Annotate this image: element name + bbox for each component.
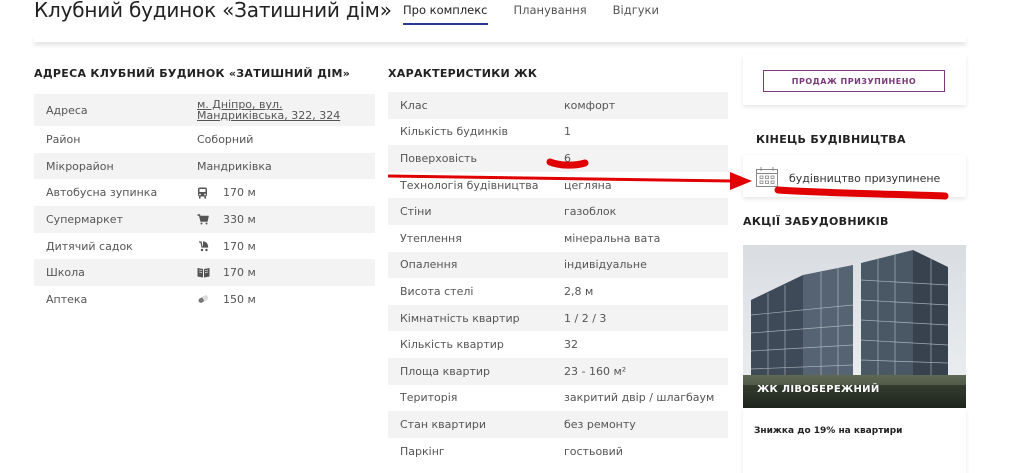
bus-icon [197,187,223,199]
row-label: Аптека [46,292,88,306]
row-value: мінеральна вата [564,231,661,245]
table-row: Адреса м. Дніпро, вул. Мандриківська, 32… [34,94,375,126]
table-row: Утеплення мінеральна вата [388,225,728,252]
row-label: Технологія будівництва [400,178,539,192]
table-row: Кімнатність квартир 1 / 2 / 3 [388,304,728,332]
row-label: Школа [46,266,85,280]
row-value: 23 - 160 м² [564,364,627,378]
table-row: Висота стелі 2,8 м [388,278,728,305]
table-row: Опалення індивідуальне [388,251,728,279]
row-label: Висота стелі [400,284,474,298]
pill-icon [197,294,223,304]
row-label: Опалення [400,258,458,272]
row-value: без ремонту [564,417,636,431]
row-value: 6 [564,151,571,165]
address-link[interactable]: м. Дніпро, вул. Мандриківська, 322, 324 [197,99,367,121]
row-value: 2,8 м [564,284,594,298]
table-row: Супермаркет 330 м [34,206,375,233]
table-row: Дитячий садок 170 м [34,233,375,260]
table-row: Територія закритий двір / шлагбаум [388,385,728,412]
row-label: Район [46,132,81,146]
table-row: Паркінг гостьовий [388,438,728,465]
table-row: Мікрорайон Мандриківка [34,152,375,180]
row-value: 170 м [223,239,256,253]
row-label: Супермаркет [46,212,123,226]
row-value: 1 / 2 / 3 [564,311,607,325]
table-row: Кількість будинків 1 [388,119,728,146]
construction-end-card: будівництво призупинене [743,155,966,197]
header: Клубний будинок «Затишний дім» Про компл… [0,0,1018,42]
cart-icon [197,214,223,225]
row-value: 330 м [223,212,256,226]
row-label: Поверховість [400,151,477,165]
row-label: Паркінг [400,444,445,458]
table-row: Стіни газоблок [388,198,728,225]
tab-layouts[interactable]: Планування [514,3,587,25]
promo-image-label: ЖК ЛІВОБЕРЕЖНИЙ [757,384,880,395]
tab-about[interactable]: Про комплекс [403,3,488,25]
row-value: закритий двір / шлагбаум [564,391,715,405]
row-label: Стан квартири [400,417,487,431]
sale-suspended-button[interactable]: ПРОДАЖ ПРИЗУПИНЕНО [763,70,945,92]
address-section-title: АДРЕСА КЛУБНИЙ БУДИНОК «ЗАТИШНИЙ ДІМ» [34,67,351,80]
row-label: Площа квартир [400,364,491,378]
table-row: Клас комфорт [388,92,728,119]
table-row: Площа квартир 23 - 160 м² [388,357,728,385]
table-row: Кількість квартир 32 [388,331,728,358]
book-icon [197,267,223,278]
construction-status: будівництво призупинене [789,172,941,185]
row-label: Автобусна зупинка [46,186,158,200]
row-value: 150 м [223,292,256,306]
tab-reviews[interactable]: Відгуки [613,3,659,25]
promo-description: Знижка до 19% на квартири [754,426,903,436]
characteristics-table: Клас комфорт Кількість будинків 1 Поверхов… [388,92,728,464]
row-value: газоблок [564,205,617,219]
row-value: 170 м [223,266,256,280]
tab-bar: Про комплекс Планування Відгуки [403,3,659,25]
header-divider [34,36,966,42]
promotions-title: АКЦІЇ ЗАБУДОВНИКІВ [743,215,889,228]
row-value: комфорт [564,98,616,112]
sale-status-card: ПРОДАЖ ПРИЗУПИНЕНО [743,55,966,105]
characteristics-section-title: ХАРАКТЕРИСТИКИ ЖК [388,67,538,80]
page-title: Клубний будинок «Затишний дім» [34,0,392,22]
row-value: Соборний [197,132,254,146]
table-row: Школа 170 м [34,259,375,287]
row-label: Клас [400,98,428,112]
row-value: 1 [564,125,571,139]
row-label: Адреса [46,103,88,117]
table-row: Район Соборний [34,126,375,153]
construction-end-title: КІНЕЦЬ БУДІВНИЦТВА [756,133,906,146]
row-value: 170 м [223,186,256,200]
row-label: Стіни [400,205,432,219]
table-row: Стан квартири без ремонту [388,411,728,438]
table-row: Аптека 150 м [34,286,375,313]
row-label: Мікрорайон [46,159,114,173]
table-row: Технологія будівництва цегляна [388,172,728,199]
promo-image[interactable]: ЖК ЛІВОБЕРЕЖНИЙ [743,245,966,408]
row-value: Мандриківка [197,159,272,173]
promo-card[interactable]: Знижка до 19% на квартири [743,408,966,473]
table-row: Автобусна зупинка 170 м [34,179,375,206]
row-value: цегляна [564,178,612,192]
row-value: 32 [564,338,578,352]
row-label: Утеплення [400,231,462,245]
row-value: гостьовий [564,444,623,458]
address-table: Адреса м. Дніпро, вул. Мандриківська, 32… [34,94,375,313]
row-label: Кількість квартир [400,338,504,352]
stroller-icon [197,240,223,252]
table-row: Поверховість 6 [388,145,728,172]
row-label: Дитячий садок [46,239,133,253]
row-label: Територія [400,391,458,405]
row-label: Кількість будинків [400,125,508,139]
row-value: індивідуальне [564,258,647,272]
calendar-icon [756,167,778,187]
row-label: Кімнатність квартир [400,311,520,325]
